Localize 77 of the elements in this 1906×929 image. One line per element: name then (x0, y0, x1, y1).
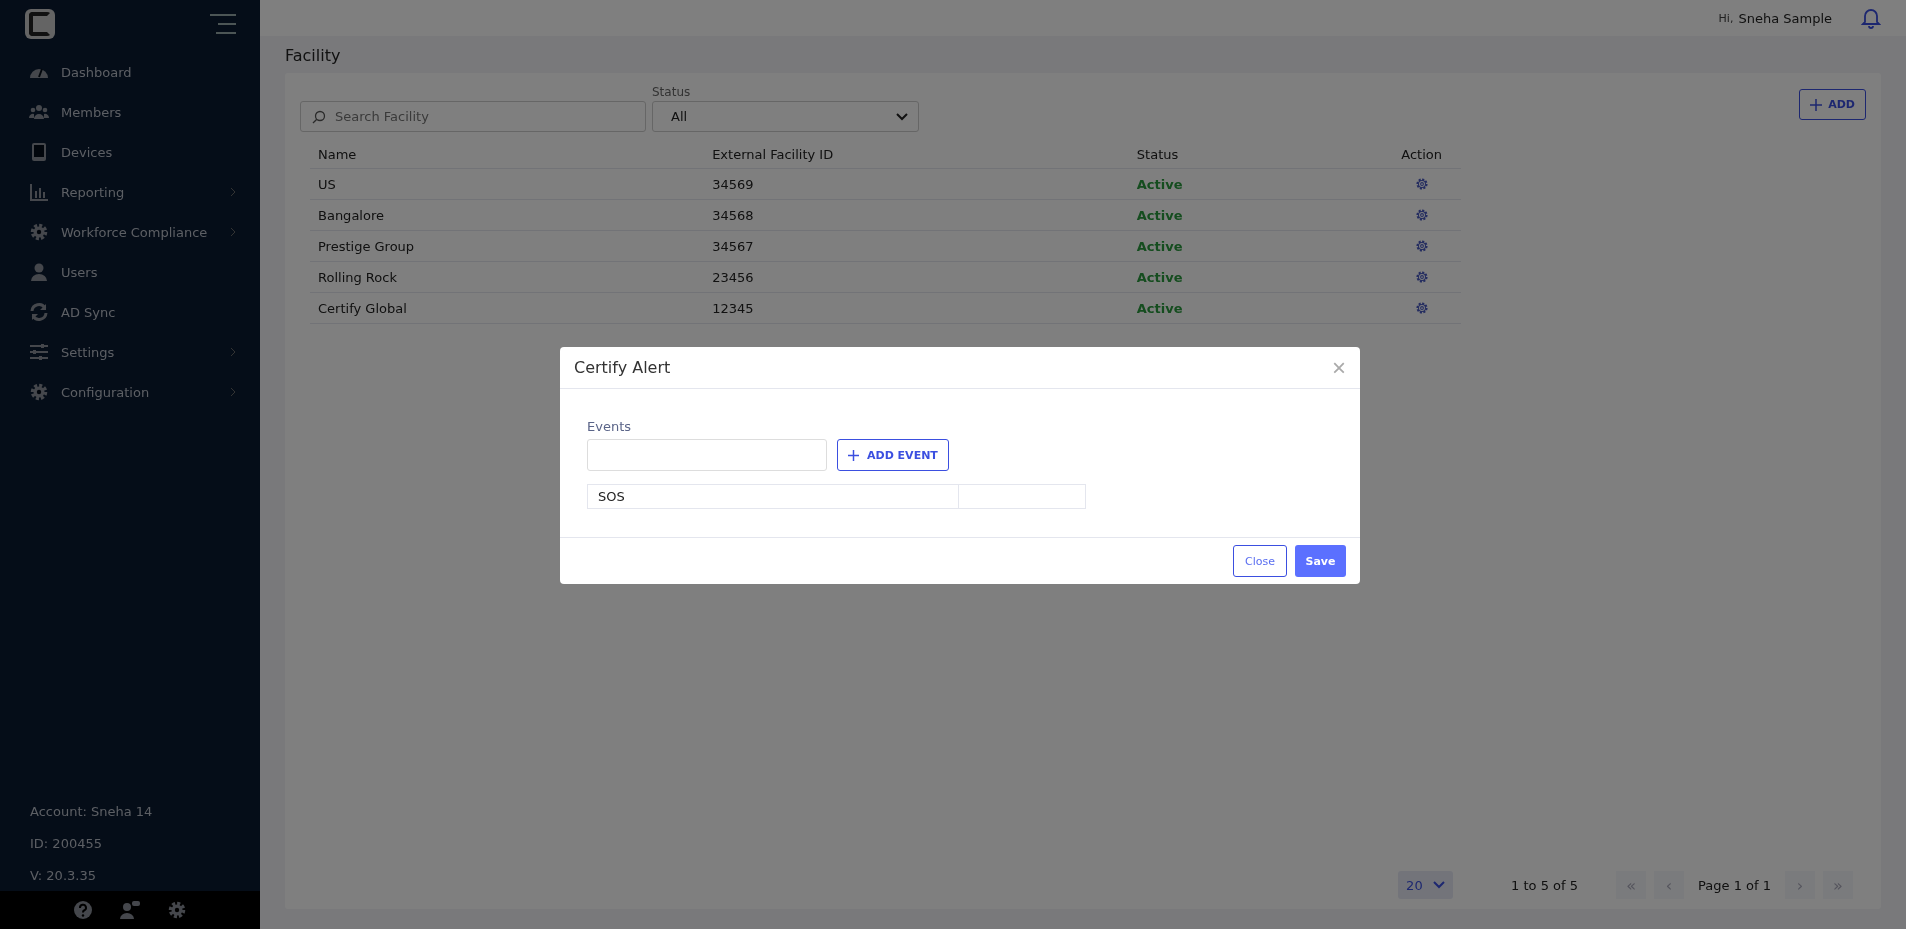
events-label: Events (587, 419, 632, 434)
sidebar-item[interactable]: Reporting (0, 172, 260, 212)
range-text: 1 to 5 of 5 (1511, 877, 1579, 893)
event-input[interactable] (587, 439, 827, 471)
greeting-text: Hi, (1718, 11, 1734, 25)
status-text: Active (1135, 176, 1184, 192)
event-cell: SOS (588, 485, 959, 508)
save-button[interactable]: Save (1295, 545, 1346, 577)
table-cell-text: Certify Global (317, 300, 408, 316)
table-cell-text: 34568 (711, 207, 755, 223)
table-cell-text: 12345 (711, 300, 755, 316)
people-icon (29, 102, 49, 122)
bar-chart-icon (29, 182, 49, 202)
page-title: Facility (285, 46, 342, 65)
column-header: Status (1135, 146, 1180, 162)
column-header: Name (317, 146, 358, 162)
plus-icon (848, 449, 859, 461)
status-select[interactable]: All (652, 101, 919, 132)
user-chat-icon[interactable] (119, 900, 141, 920)
column-header: External Facility ID (711, 146, 835, 162)
sync-icon (29, 302, 49, 322)
settings-icon[interactable] (1414, 270, 1429, 284)
help-icon[interactable] (73, 900, 93, 920)
next-page-button[interactable]: › (1785, 871, 1815, 899)
account-name: Account: Sneha 14 (30, 804, 154, 819)
sidebar-item[interactable]: Workforce Compliance (0, 212, 260, 252)
menu-icon[interactable] (208, 13, 236, 35)
settings-icon[interactable] (1414, 208, 1429, 222)
search-icon (312, 110, 326, 124)
table-cell-text: Prestige Group (317, 238, 416, 254)
close-dialog-button[interactable]: Close (1233, 545, 1287, 577)
user-icon (29, 262, 49, 282)
bell-icon[interactable] (1861, 7, 1881, 29)
add-event-button[interactable]: ADD EVENT (837, 439, 949, 471)
status-label: Status (652, 85, 692, 99)
logo-icon (25, 9, 55, 39)
status-text: Active (1135, 300, 1184, 316)
previous-page-button[interactable]: ‹ (1654, 871, 1685, 899)
sidebar-item[interactable]: Devices (0, 132, 260, 172)
dialog-title: Certify Alert (574, 358, 671, 377)
sidebar-item[interactable]: Users (0, 252, 260, 292)
sidebar-item[interactable]: Configuration (0, 372, 260, 412)
settings-icon[interactable] (167, 900, 187, 920)
close-button[interactable]: × (1332, 355, 1346, 380)
account-id: ID: 200455 (30, 836, 103, 851)
caret-icon (896, 112, 908, 121)
status-text: Active (1135, 238, 1184, 254)
settings-icon[interactable] (1414, 301, 1429, 315)
plus-icon (1810, 98, 1823, 111)
search-field[interactable]: Search Facility (300, 101, 646, 132)
table-cell-text: 34567 (711, 238, 755, 254)
caret-icon (1433, 881, 1446, 889)
table-cell-text: Rolling Rock (317, 269, 398, 285)
status-text: Active (1135, 269, 1184, 285)
page-size-select[interactable]: 20 (1398, 871, 1454, 899)
first-page-button[interactable]: « (1616, 871, 1647, 899)
version-text: V: 20.3.35 (30, 868, 97, 883)
table-cell-text: Bangalore (317, 207, 385, 223)
table-cell-text: 34569 (711, 176, 755, 192)
settings-icon[interactable] (1414, 177, 1429, 191)
gear-icon (29, 382, 49, 402)
sidebar-item[interactable]: Settings (0, 332, 260, 372)
gear-icon (29, 222, 49, 242)
tablet-icon (29, 142, 49, 162)
settings-icon[interactable] (1414, 239, 1429, 253)
status-text: Active (1135, 207, 1184, 223)
sliders-icon (29, 342, 49, 362)
table-cell-text: 23456 (711, 269, 755, 285)
last-page-button[interactable]: » (1823, 871, 1853, 899)
table-cell-text: US (317, 176, 337, 192)
user-name[interactable]: Sneha Sample (1738, 10, 1832, 26)
add-button[interactable]: ADD (1799, 89, 1866, 120)
sidebar-item[interactable]: Members (0, 92, 260, 132)
page-indicator: Page 1 of 1 (1697, 877, 1772, 893)
sidebar-item[interactable]: AD Sync (0, 292, 260, 332)
sidebar-item[interactable]: Dashboard (0, 52, 260, 92)
column-header: Action (1400, 146, 1443, 162)
